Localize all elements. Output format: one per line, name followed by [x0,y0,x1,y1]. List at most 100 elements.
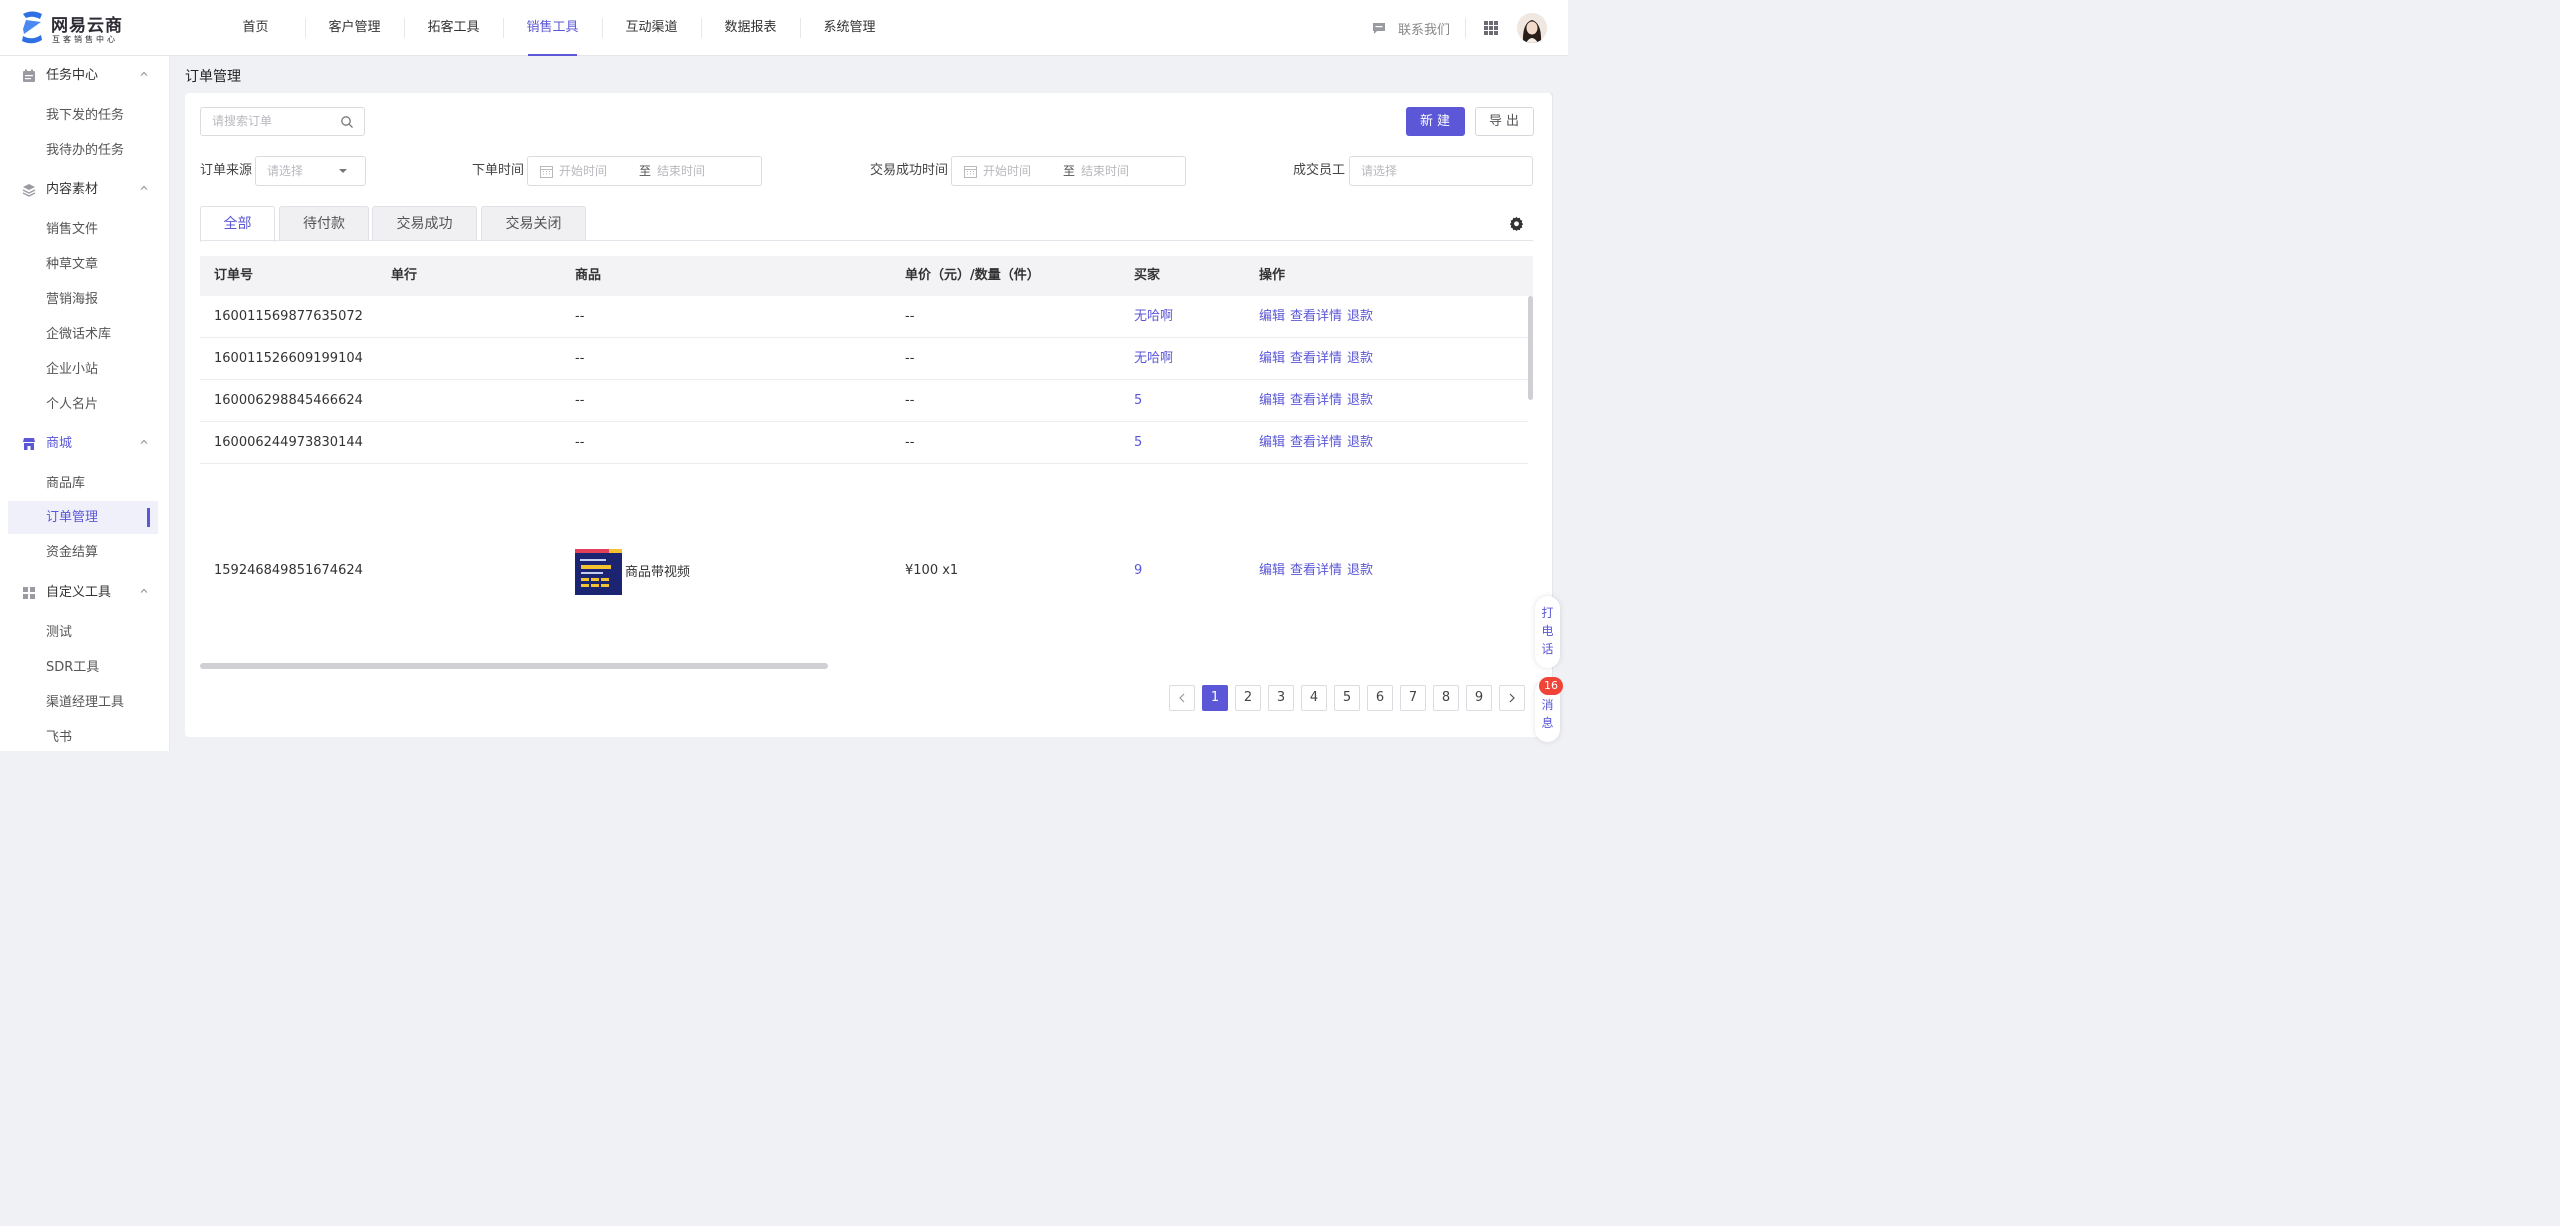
tab-closed[interactable]: 交易关闭 [481,206,586,241]
staff-placeholder: 请选择 [1361,164,1398,178]
refund-link[interactable]: 退款 [1347,351,1373,366]
sidebar-item-my-issued-tasks[interactable]: 我下发的任务 [8,99,158,132]
message-count-badge: 16 [1539,677,1563,695]
call-widget[interactable]: 打电话 [1535,596,1560,668]
table-row: 159246849851674624 商品带视频 ¥100 x1 9 编辑 查看详… [200,464,1528,677]
sidebar-group-tasks[interactable]: 任务中心 [0,56,170,96]
prev-page-button[interactable] [1169,685,1195,711]
contact-us-link[interactable]: 联系我们 [1372,19,1451,38]
staff-select[interactable]: 请选择 [1349,156,1533,186]
sidebar-item-test[interactable]: 测试 [8,616,158,649]
product-cell: -- [575,435,585,450]
row-actions: 编辑 查看详情 退款 [1259,338,1378,380]
view-details-link[interactable]: 查看详情 [1290,351,1342,366]
buyer-link[interactable]: 5 [1134,380,1142,422]
order-source-select[interactable]: 请选择 [255,156,366,186]
buyer-link[interactable]: 无哈啊 [1134,296,1173,338]
sidebar-group-label: 自定义工具 [46,585,112,600]
nav-prospecting[interactable]: 拓客工具 [404,0,503,56]
export-button[interactable]: 导出 [1475,107,1534,136]
sidebar-group-content[interactable]: 内容素材 [0,170,170,210]
refund-link[interactable]: 退款 [1347,309,1373,324]
tabs-divider [200,240,1533,241]
new-button[interactable]: 新建 [1406,107,1465,136]
view-details-link[interactable]: 查看详情 [1290,563,1342,578]
main-nav: 首页 客户管理 拓客工具 销售工具 互动渠道 数据报表 系统管理 [206,0,899,56]
tab-all[interactable]: 全部 [200,206,275,242]
product-thumbnail[interactable] [575,549,622,595]
buyer-link[interactable]: 9 [1134,562,1142,580]
nav-system[interactable]: 系统管理 [800,0,899,56]
nav-home[interactable]: 首页 [206,0,305,56]
edit-link[interactable]: 编辑 [1259,563,1285,578]
page-2[interactable]: 2 [1235,685,1261,711]
logo[interactable]: 网易云商 互客销售中心 [20,10,130,46]
order-time-label: 下单时间 [472,163,525,178]
view-details-link[interactable]: 查看详情 [1290,309,1342,324]
page-6[interactable]: 6 [1367,685,1393,711]
edit-link[interactable]: 编辑 [1259,351,1285,366]
sidebar-item-products[interactable]: 商品库 [8,467,158,500]
sidebar-group-custom-tools[interactable]: 自定义工具 [0,573,170,613]
sidebar-item-channel-manager[interactable]: 渠道经理工具 [8,686,158,719]
gear-icon[interactable] [1509,216,1524,231]
user-avatar[interactable] [1517,13,1547,43]
sidebar-item-feishu[interactable]: 飞书 [8,721,158,754]
page-5[interactable]: 5 [1334,685,1360,711]
nav-customer[interactable]: 客户管理 [305,0,404,56]
sidebar-item-my-todo-tasks[interactable]: 我待办的任务 [8,134,158,167]
page-4[interactable]: 4 [1301,685,1327,711]
edit-link[interactable]: 编辑 [1259,393,1285,408]
order-no: 160006244973830144 [214,435,363,450]
product-cell: -- [575,393,585,408]
sidebar-item-articles[interactable]: 种草文章 [8,248,158,281]
buyer-link[interactable]: 无哈啊 [1134,338,1173,380]
sidebar-item-scripts[interactable]: 企微话术库 [8,318,158,351]
apps-grid-icon[interactable] [1484,21,1498,35]
chevron-up-icon [140,439,148,444]
refund-link[interactable]: 退款 [1347,435,1373,450]
staff-label: 成交员工 [1293,163,1346,178]
sidebar-item-settlement[interactable]: 资金结算 [8,536,158,569]
search-icon[interactable] [340,115,354,129]
sidebar-item-orders[interactable]: 订单管理 [8,501,158,534]
page-3[interactable]: 3 [1268,685,1294,711]
edit-link[interactable]: 编辑 [1259,309,1285,324]
table-row: 160011526609199104 -- -- 无哈啊 编辑 查看详情 退款 [200,338,1528,380]
page-7[interactable]: 7 [1400,685,1426,711]
edit-link[interactable]: 编辑 [1259,435,1285,450]
tab-completed[interactable]: 交易成功 [372,206,477,241]
page-9[interactable]: 9 [1466,685,1492,711]
col-buyer: 买家 [1134,268,1161,283]
view-details-link[interactable]: 查看详情 [1290,393,1342,408]
table-vertical-scrollbar[interactable] [1528,296,1533,400]
nav-channels[interactable]: 互动渠道 [602,0,701,56]
page-8[interactable]: 8 [1433,685,1459,711]
table-horizontal-scrollbar[interactable] [200,663,828,669]
brand-name: 网易云商 [51,16,123,36]
chevron-up-icon [140,588,148,593]
sidebar-item-sales-files[interactable]: 销售文件 [8,213,158,246]
page-title: 订单管理 [185,69,241,85]
tab-pending-payment[interactable]: 待付款 [279,206,369,241]
success-time-range[interactable]: 开始时间 至 结束时间 [951,156,1186,186]
logo-mark-icon [22,11,42,44]
nav-reports[interactable]: 数据报表 [701,0,800,56]
sidebar: 任务中心 我下发的任务 我待办的任务 内容素材 销售文件 种草文章 营销海报 企… [0,56,170,751]
sidebar-item-mini-site[interactable]: 企业小站 [8,353,158,386]
view-details-link[interactable]: 查看详情 [1290,435,1342,450]
refund-link[interactable]: 退款 [1347,563,1373,578]
order-time-range[interactable]: 开始时间 至 结束时间 [527,156,762,186]
refund-link[interactable]: 退款 [1347,393,1373,408]
sidebar-item-sdr-tool[interactable]: SDR工具 [8,651,158,684]
buyer-link[interactable]: 5 [1134,422,1142,464]
next-page-button[interactable] [1499,685,1525,711]
price-cell: ¥100 x1 [905,563,959,578]
search-input[interactable]: 请搜索订单 [200,107,365,136]
sidebar-item-business-card[interactable]: 个人名片 [8,388,158,421]
contact-us-label: 联系我们 [1398,22,1451,38]
sidebar-group-store[interactable]: 商城 [0,424,170,464]
sidebar-item-posters[interactable]: 营销海报 [8,283,158,316]
nav-sales-tools[interactable]: 销售工具 [503,0,602,56]
page-1[interactable]: 1 [1202,685,1228,711]
